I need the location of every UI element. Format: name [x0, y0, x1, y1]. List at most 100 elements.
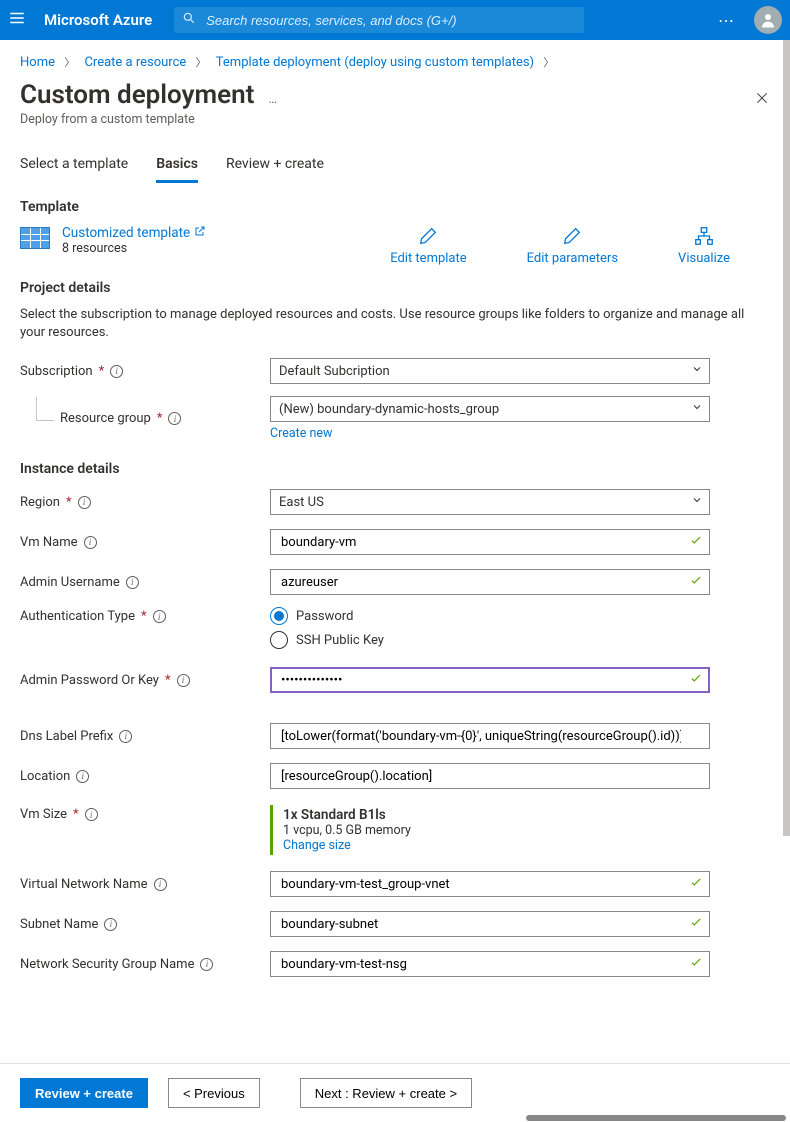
hamburger-icon[interactable] [8, 9, 26, 31]
template-summary-row: Customized template 8 resources Edit tem… [20, 225, 770, 266]
external-link-icon [194, 225, 206, 241]
check-icon [689, 573, 703, 591]
check-icon [689, 533, 703, 551]
change-size-link[interactable]: Change size [283, 838, 710, 853]
chevron-down-icon [691, 401, 703, 417]
admin-username-input[interactable] [270, 569, 710, 595]
vmsize-title: 1x Standard B1ls [283, 807, 710, 823]
page-more-icon[interactable]: … [268, 92, 279, 107]
region-select[interactable]: East US [270, 489, 710, 515]
check-icon [689, 671, 703, 689]
info-icon[interactable]: i [200, 958, 213, 971]
chevron-down-icon [691, 363, 703, 379]
review-create-button[interactable]: Review + create [20, 1078, 148, 1108]
check-icon [689, 915, 703, 933]
required-indicator: * [66, 495, 72, 510]
template-resource-count: 8 resources [62, 241, 206, 256]
vmname-label: Vm Name [20, 535, 78, 550]
subnet-input[interactable] [270, 911, 710, 937]
dns-prefix-input[interactable] [270, 723, 710, 749]
admin-password-input[interactable] [270, 667, 710, 693]
page-title: Custom deployment [20, 80, 254, 110]
chevron-right-icon: 〉 [543, 56, 554, 69]
pencil-icon [561, 225, 583, 247]
location-input[interactable] [270, 763, 710, 789]
body-scroll-area: Select a template Basics Review + create… [0, 132, 790, 1060]
info-icon[interactable]: i [110, 365, 123, 378]
search-input[interactable] [204, 12, 576, 29]
info-icon[interactable]: i [153, 610, 166, 623]
vnet-label: Virtual Network Name [20, 877, 148, 892]
info-icon[interactable]: i [84, 536, 97, 549]
breadcrumb-item-template-deploy[interactable]: Template deployment (deploy using custom… [216, 55, 534, 70]
required-indicator: * [165, 673, 171, 688]
radio-off-icon [270, 631, 288, 649]
required-indicator: * [141, 609, 147, 624]
auth-type-label: Authentication Type [20, 609, 135, 624]
vmsize-label: Vm Size [20, 807, 67, 822]
info-icon[interactable]: i [104, 918, 117, 931]
previous-button[interactable]: < Previous [168, 1078, 260, 1108]
tab-select-template[interactable]: Select a template [20, 156, 128, 183]
global-search[interactable] [174, 7, 584, 33]
vmsize-specs: 1 vcpu, 0.5 GB memory [283, 823, 710, 838]
info-icon[interactable]: i [119, 730, 132, 743]
next-button[interactable]: Next : Review + create > [300, 1078, 472, 1108]
check-icon [689, 955, 703, 973]
subscription-select[interactable]: Default Subcription [270, 358, 710, 384]
nsg-input[interactable] [270, 951, 710, 977]
info-icon[interactable]: i [126, 576, 139, 589]
chevron-right-icon: 〉 [196, 56, 207, 69]
resource-group-select[interactable]: (New) boundary-dynamic-hosts_group [270, 396, 710, 422]
section-title-project: Project details [20, 280, 770, 296]
template-grid-icon [20, 227, 50, 249]
section-title-instance: Instance details [20, 461, 770, 477]
required-indicator: * [73, 807, 79, 822]
required-indicator: * [157, 411, 163, 426]
visualize-button[interactable]: Visualize [678, 225, 730, 266]
brand-label[interactable]: Microsoft Azure [44, 11, 152, 29]
auth-ssh-radio[interactable]: SSH Public Key [270, 631, 710, 649]
location-label: Location [20, 769, 70, 784]
subnet-label: Subnet Name [20, 917, 98, 932]
header-more-icon[interactable]: ⋯ [718, 11, 736, 30]
close-icon[interactable] [754, 90, 770, 110]
vmsize-display: 1x Standard B1ls 1 vcpu, 0.5 GB memory C… [270, 805, 710, 855]
tab-review-create[interactable]: Review + create [226, 156, 324, 183]
info-icon[interactable]: i [168, 412, 181, 425]
project-description: Select the subscription to manage deploy… [20, 306, 770, 342]
section-title-template: Template [20, 199, 770, 215]
customized-template-link[interactable]: Customized template [62, 225, 206, 241]
vertical-scrollbar[interactable] [783, 40, 790, 1060]
wizard-footer: Review + create < Previous Next : Review… [0, 1063, 790, 1122]
check-icon [689, 875, 703, 893]
admin-password-label: Admin Password Or Key [20, 673, 159, 688]
top-header: Microsoft Azure ⋯ [0, 0, 790, 40]
create-new-rg-link[interactable]: Create new [270, 426, 710, 441]
info-icon[interactable]: i [76, 770, 89, 783]
resource-group-label: Resource group [60, 411, 151, 426]
radio-on-icon [270, 607, 288, 625]
info-icon[interactable]: i [177, 674, 190, 687]
hierarchy-icon [693, 225, 715, 247]
chevron-down-icon [691, 494, 703, 510]
vnet-input[interactable] [270, 871, 710, 897]
edit-template-button[interactable]: Edit template [390, 225, 466, 266]
subscription-label: Subscription [20, 364, 93, 379]
info-icon[interactable]: i [78, 496, 91, 509]
breadcrumb-item-home[interactable]: Home [20, 55, 55, 70]
nsg-label: Network Security Group Name [20, 957, 194, 972]
tab-basics[interactable]: Basics [156, 156, 198, 183]
edit-parameters-button[interactable]: Edit parameters [527, 225, 618, 266]
breadcrumb-item-create[interactable]: Create a resource [84, 55, 186, 70]
horizontal-scrollbar[interactable] [0, 1114, 790, 1122]
auth-password-radio[interactable]: Password [270, 607, 710, 625]
pencil-icon [417, 225, 439, 247]
admin-username-label: Admin Username [20, 575, 120, 590]
avatar[interactable] [754, 6, 782, 34]
required-indicator: * [99, 364, 105, 379]
vmname-input[interactable] [270, 529, 710, 555]
region-label: Region [20, 495, 60, 510]
info-icon[interactable]: i [154, 878, 167, 891]
info-icon[interactable]: i [85, 808, 98, 821]
